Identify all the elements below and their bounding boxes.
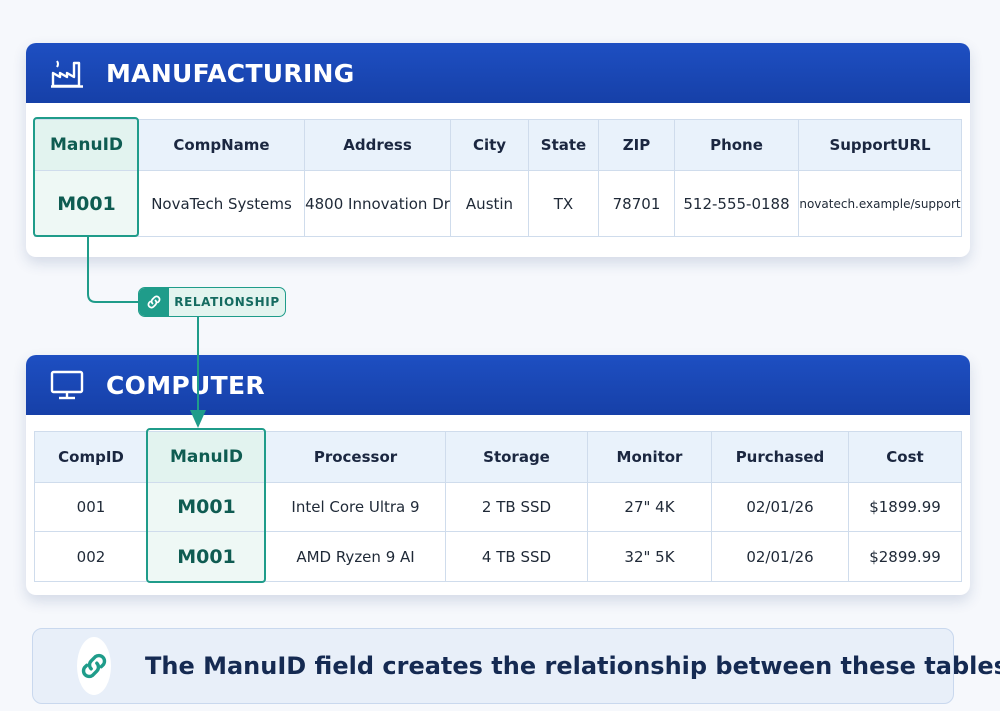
purchased-cell: 02/01/26 bbox=[711, 482, 849, 532]
processor-cell: AMD Ryzen 9 AI bbox=[265, 531, 446, 582]
relationship-label-text: RELATIONSHIP bbox=[174, 295, 280, 309]
computer-title: COMPUTER bbox=[106, 370, 265, 400]
column-header-zip: ZIP bbox=[598, 119, 675, 171]
cost-cell: $2899.99 bbox=[848, 531, 962, 582]
column-header-state: State bbox=[528, 119, 599, 171]
column-header-compname: CompName bbox=[138, 119, 305, 171]
computer-table: CompID ManuID Processor Storage Monitor … bbox=[34, 431, 962, 582]
column-header-storage: Storage bbox=[445, 431, 588, 483]
zip-cell: 78701 bbox=[598, 170, 675, 237]
relationship-label: RELATIONSHIP bbox=[138, 287, 286, 317]
phone-cell: 512-555-0188 bbox=[674, 170, 799, 237]
diagram-canvas: MANUFACTURING ManuID CompName Address Ci… bbox=[0, 0, 1000, 711]
table-row: M001 NovaTech Systems 4800 Innovation Dr… bbox=[34, 170, 962, 237]
processor-cell: Intel Core Ultra 9 bbox=[265, 482, 446, 532]
monitor-cell: 32" 5K bbox=[587, 531, 712, 582]
column-header-cost: Cost bbox=[848, 431, 962, 483]
compid-cell: 001 bbox=[34, 482, 148, 532]
city-cell: Austin bbox=[450, 170, 529, 237]
table-row: 002 M001 AMD Ryzen 9 AI 4 TB SSD 32" 5K … bbox=[34, 531, 962, 582]
manufacturing-header: MANUFACTURING bbox=[26, 43, 970, 103]
supporturl-cell: novatech.example/support bbox=[798, 170, 962, 237]
column-header-monitor: Monitor bbox=[587, 431, 712, 483]
column-header-manuid: ManuID bbox=[147, 431, 266, 483]
purchased-cell: 02/01/26 bbox=[711, 531, 849, 582]
table-row: 001 M001 Intel Core Ultra 9 2 TB SSD 27"… bbox=[34, 482, 962, 532]
column-header-supporturl: SupportURL bbox=[798, 119, 962, 171]
storage-cell: 2 TB SSD bbox=[445, 482, 588, 532]
note-text: The ManuID field creates the relationshi… bbox=[145, 652, 1000, 680]
manufacturing-table: ManuID CompName Address City State ZIP P… bbox=[34, 119, 962, 237]
computer-header: COMPUTER bbox=[26, 355, 970, 415]
manuid-cell: M001 bbox=[34, 170, 139, 237]
relationship-note: The ManuID field creates the relationshi… bbox=[32, 628, 1000, 704]
manuid-cell: M001 bbox=[147, 482, 266, 532]
storage-cell: 4 TB SSD bbox=[445, 531, 588, 582]
state-cell: TX bbox=[528, 170, 599, 237]
address-cell: 4800 Innovation Dr bbox=[304, 170, 451, 237]
manuid-cell: M001 bbox=[147, 531, 266, 582]
monitor-icon bbox=[50, 368, 84, 402]
compname-cell: NovaTech Systems bbox=[138, 170, 305, 237]
compid-cell: 002 bbox=[34, 531, 148, 582]
monitor-cell: 27" 4K bbox=[587, 482, 712, 532]
link-icon bbox=[139, 288, 169, 316]
column-header-processor: Processor bbox=[265, 431, 446, 483]
column-header-purchased: Purchased bbox=[711, 431, 849, 483]
link-icon bbox=[77, 637, 111, 695]
column-header-city: City bbox=[450, 119, 529, 171]
column-header-compid: CompID bbox=[34, 431, 148, 483]
column-header-phone: Phone bbox=[674, 119, 799, 171]
manufacturing-title: MANUFACTURING bbox=[106, 58, 355, 88]
cost-cell: $1899.99 bbox=[848, 482, 962, 532]
column-header-manuid: ManuID bbox=[34, 119, 139, 171]
factory-icon bbox=[50, 56, 84, 90]
column-header-address: Address bbox=[304, 119, 451, 171]
